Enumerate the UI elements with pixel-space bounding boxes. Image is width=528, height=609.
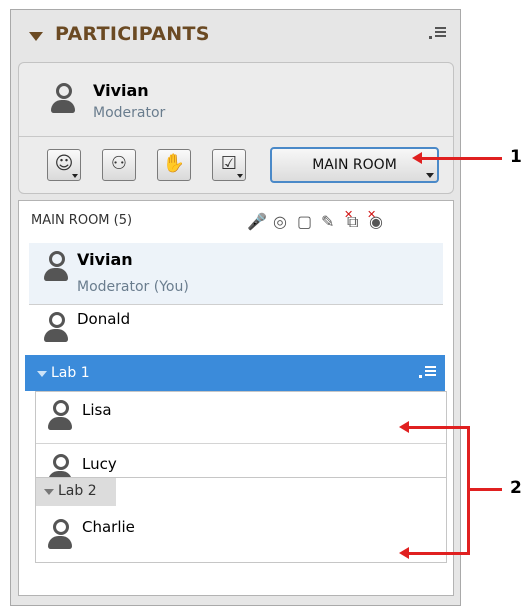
user-avatar-icon <box>42 312 70 344</box>
participant-row-lisa[interactable]: Lisa <box>36 392 450 443</box>
group-lab-2: Lab 2 Charlie <box>35 477 447 563</box>
status-button[interactable]: ☺ <box>47 149 81 181</box>
panel-menu-icon[interactable] <box>429 27 447 41</box>
group-label: Lab 1 <box>51 365 90 381</box>
collapse-triangle-icon[interactable] <box>44 489 54 495</box>
dropdown-arrow-icon <box>237 174 243 178</box>
callout-2-top-line <box>407 426 470 429</box>
callout-2-bottom-line <box>407 552 470 555</box>
participant-name: Charlie <box>82 518 135 536</box>
participant-list: MAIN ROOM (5) 🎤 ◎ ▢ ✎ ⧉ ✕ ◉ ✕ Vivian Mod… <box>18 200 454 596</box>
user-avatar-icon <box>46 400 74 432</box>
disabled-x-icon: ✕ <box>367 208 377 221</box>
presenter-icon: ⚇ <box>110 153 128 174</box>
checkbox-icon: ☑ <box>220 153 238 174</box>
group-header-lab-1[interactable]: Lab 1 <box>25 355 445 391</box>
dropdown-arrow-icon <box>72 174 78 178</box>
callout-2-number: 2 <box>510 478 522 498</box>
participant-role: Moderator (You) <box>77 279 189 295</box>
panel-title: PARTICIPANTS <box>55 23 210 45</box>
group-menu-icon[interactable] <box>419 366 437 380</box>
participant-name: Vivian <box>77 250 133 269</box>
smiley-icon: ☺ <box>54 153 74 174</box>
microphone-icon[interactable]: 🎤 <box>247 212 267 231</box>
video-icon[interactable]: ◎ <box>273 212 287 231</box>
main-room-title: MAIN ROOM (5) <box>31 213 133 228</box>
panel-header[interactable]: PARTICIPANTS <box>11 10 460 56</box>
participant-name: Lucy <box>82 455 117 473</box>
group-header-lab-2[interactable]: Lab 2 <box>36 478 116 506</box>
poll-button[interactable]: ☑ <box>212 149 246 181</box>
participants-panel: PARTICIPANTS Vivian Moderator ☺ ⚇ ✋ ☑ MA… <box>10 9 461 606</box>
callout-2-stem <box>470 488 502 491</box>
divider <box>19 136 453 137</box>
my-status-card: Vivian Moderator ☺ ⚇ ✋ ☑ MAIN ROOM <box>18 62 454 194</box>
draw-icon[interactable]: ✎ <box>321 212 334 231</box>
participant-name: Lisa <box>82 401 112 419</box>
my-name: Vivian <box>93 81 149 100</box>
my-role: Moderator <box>93 105 166 121</box>
participant-row-donald[interactable]: Donald <box>29 305 443 355</box>
hand-icon: ✋ <box>162 153 186 174</box>
participant-row-charlie[interactable]: Charlie <box>36 507 450 561</box>
group-label: Lab 2 <box>58 483 97 499</box>
raise-hand-button[interactable]: ✋ <box>157 149 191 181</box>
participant-name: Donald <box>77 310 131 328</box>
callout-1-number: 1 <box>510 147 522 167</box>
user-avatar-icon <box>46 519 74 551</box>
callout-1-line <box>420 157 502 160</box>
user-avatar-icon <box>42 251 70 283</box>
dropdown-arrow-icon <box>426 173 434 178</box>
chat-icon[interactable]: ▢ <box>297 212 312 231</box>
presenter-button[interactable]: ⚇ <box>102 149 136 181</box>
my-avatar-icon <box>49 83 77 115</box>
collapse-triangle-icon[interactable] <box>29 32 43 41</box>
collapse-triangle-icon[interactable] <box>37 371 47 377</box>
participant-row-vivian[interactable]: Vivian Moderator (You) <box>29 243 443 304</box>
disabled-x-icon: ✕ <box>344 208 354 221</box>
